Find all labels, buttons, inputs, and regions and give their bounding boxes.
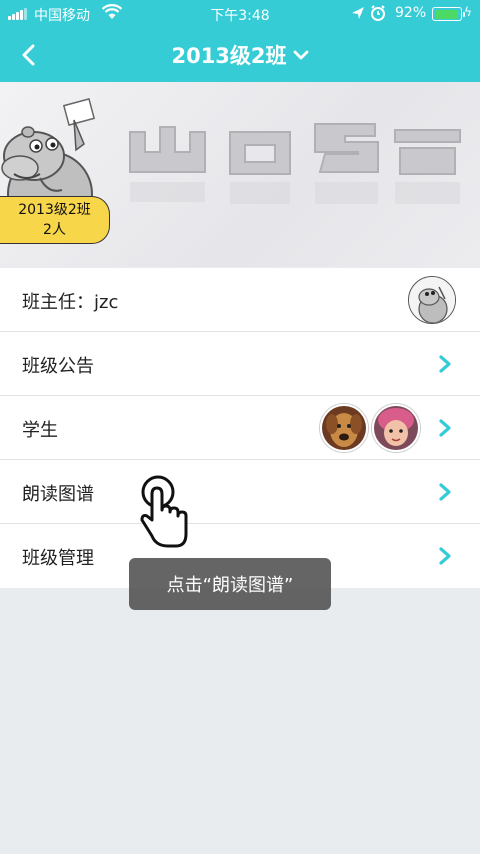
charging-icon: ϟ bbox=[464, 5, 472, 19]
battery-icon bbox=[432, 7, 465, 21]
badge-member-count: 2人 bbox=[43, 222, 66, 238]
chevron-right-icon bbox=[439, 419, 451, 437]
status-bar: 中国移动 下午3:48 92% ϟ bbox=[0, 0, 480, 28]
row-label: 学生 bbox=[22, 420, 58, 441]
student-avatar bbox=[320, 404, 368, 452]
class-info-badge: 2013级2班 2人 bbox=[0, 196, 110, 244]
battery-percent: 92% bbox=[395, 5, 427, 21]
page-title: 2013级2班 bbox=[171, 44, 287, 68]
row-announcement[interactable]: 班级公告 bbox=[0, 332, 480, 396]
location-alarm-icons bbox=[352, 5, 385, 21]
class-selector[interactable]: 2013级2班 bbox=[140, 40, 340, 70]
chevron-left-icon bbox=[22, 44, 35, 66]
class-menu-list: 班主任：jzc 班级公告 学生 朗读图谱 班级管理 bbox=[0, 268, 480, 588]
row-head-teacher[interactable]: 班主任：jzc bbox=[0, 268, 480, 332]
badge-class-name: 2013级2班 bbox=[18, 202, 91, 218]
chevron-right-icon bbox=[439, 547, 451, 565]
row-students[interactable]: 学生 bbox=[0, 396, 480, 460]
row-reading-map[interactable]: 朗读图谱 bbox=[0, 460, 480, 524]
guide-toast: 点击“朗读图谱” bbox=[129, 558, 331, 610]
teacher-avatar bbox=[408, 276, 456, 324]
toast-text: 点击“朗读图谱” bbox=[166, 575, 294, 596]
chevron-right-icon bbox=[439, 355, 451, 373]
chevron-right-icon bbox=[439, 483, 451, 501]
row-label: 班主任：jzc bbox=[22, 292, 119, 313]
row-label: 班级管理 bbox=[22, 548, 94, 569]
top-bar: 中国移动 下午3:48 92% ϟ 2013级2班 bbox=[0, 0, 480, 82]
row-label: 朗读图谱 bbox=[22, 484, 94, 505]
chevron-down-icon bbox=[293, 50, 308, 60]
banner-artwork bbox=[129, 123, 461, 204]
student-avatar bbox=[372, 404, 420, 452]
back-button[interactable] bbox=[12, 38, 46, 72]
row-label: 班级公告 bbox=[22, 356, 94, 377]
